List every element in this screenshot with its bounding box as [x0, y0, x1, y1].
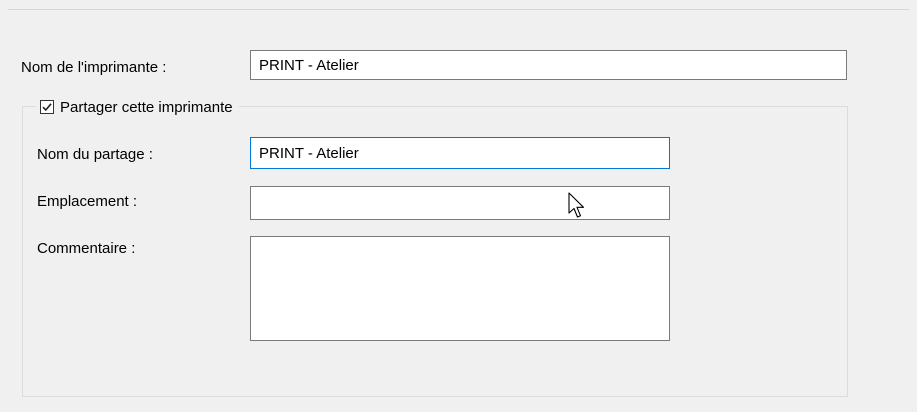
mouse-pointer-icon: [568, 192, 585, 218]
location-input[interactable]: [250, 186, 670, 220]
checkmark-icon[interactable]: [40, 100, 54, 114]
location-label: Emplacement :: [37, 193, 138, 210]
share-printer-label: Partager cette imprimante: [60, 98, 233, 116]
comment-textarea[interactable]: [250, 236, 670, 341]
share-name-input[interactable]: [250, 137, 670, 169]
comment-label: Commentaire :: [37, 240, 136, 257]
share-printer-checkbox[interactable]: Partager cette imprimante: [36, 97, 239, 117]
share-name-label: Nom du partage :: [37, 146, 153, 163]
printer-name-label: Nom de l'imprimante :: [21, 59, 167, 76]
printer-name-input[interactable]: [250, 50, 847, 80]
top-separator: [8, 9, 909, 10]
